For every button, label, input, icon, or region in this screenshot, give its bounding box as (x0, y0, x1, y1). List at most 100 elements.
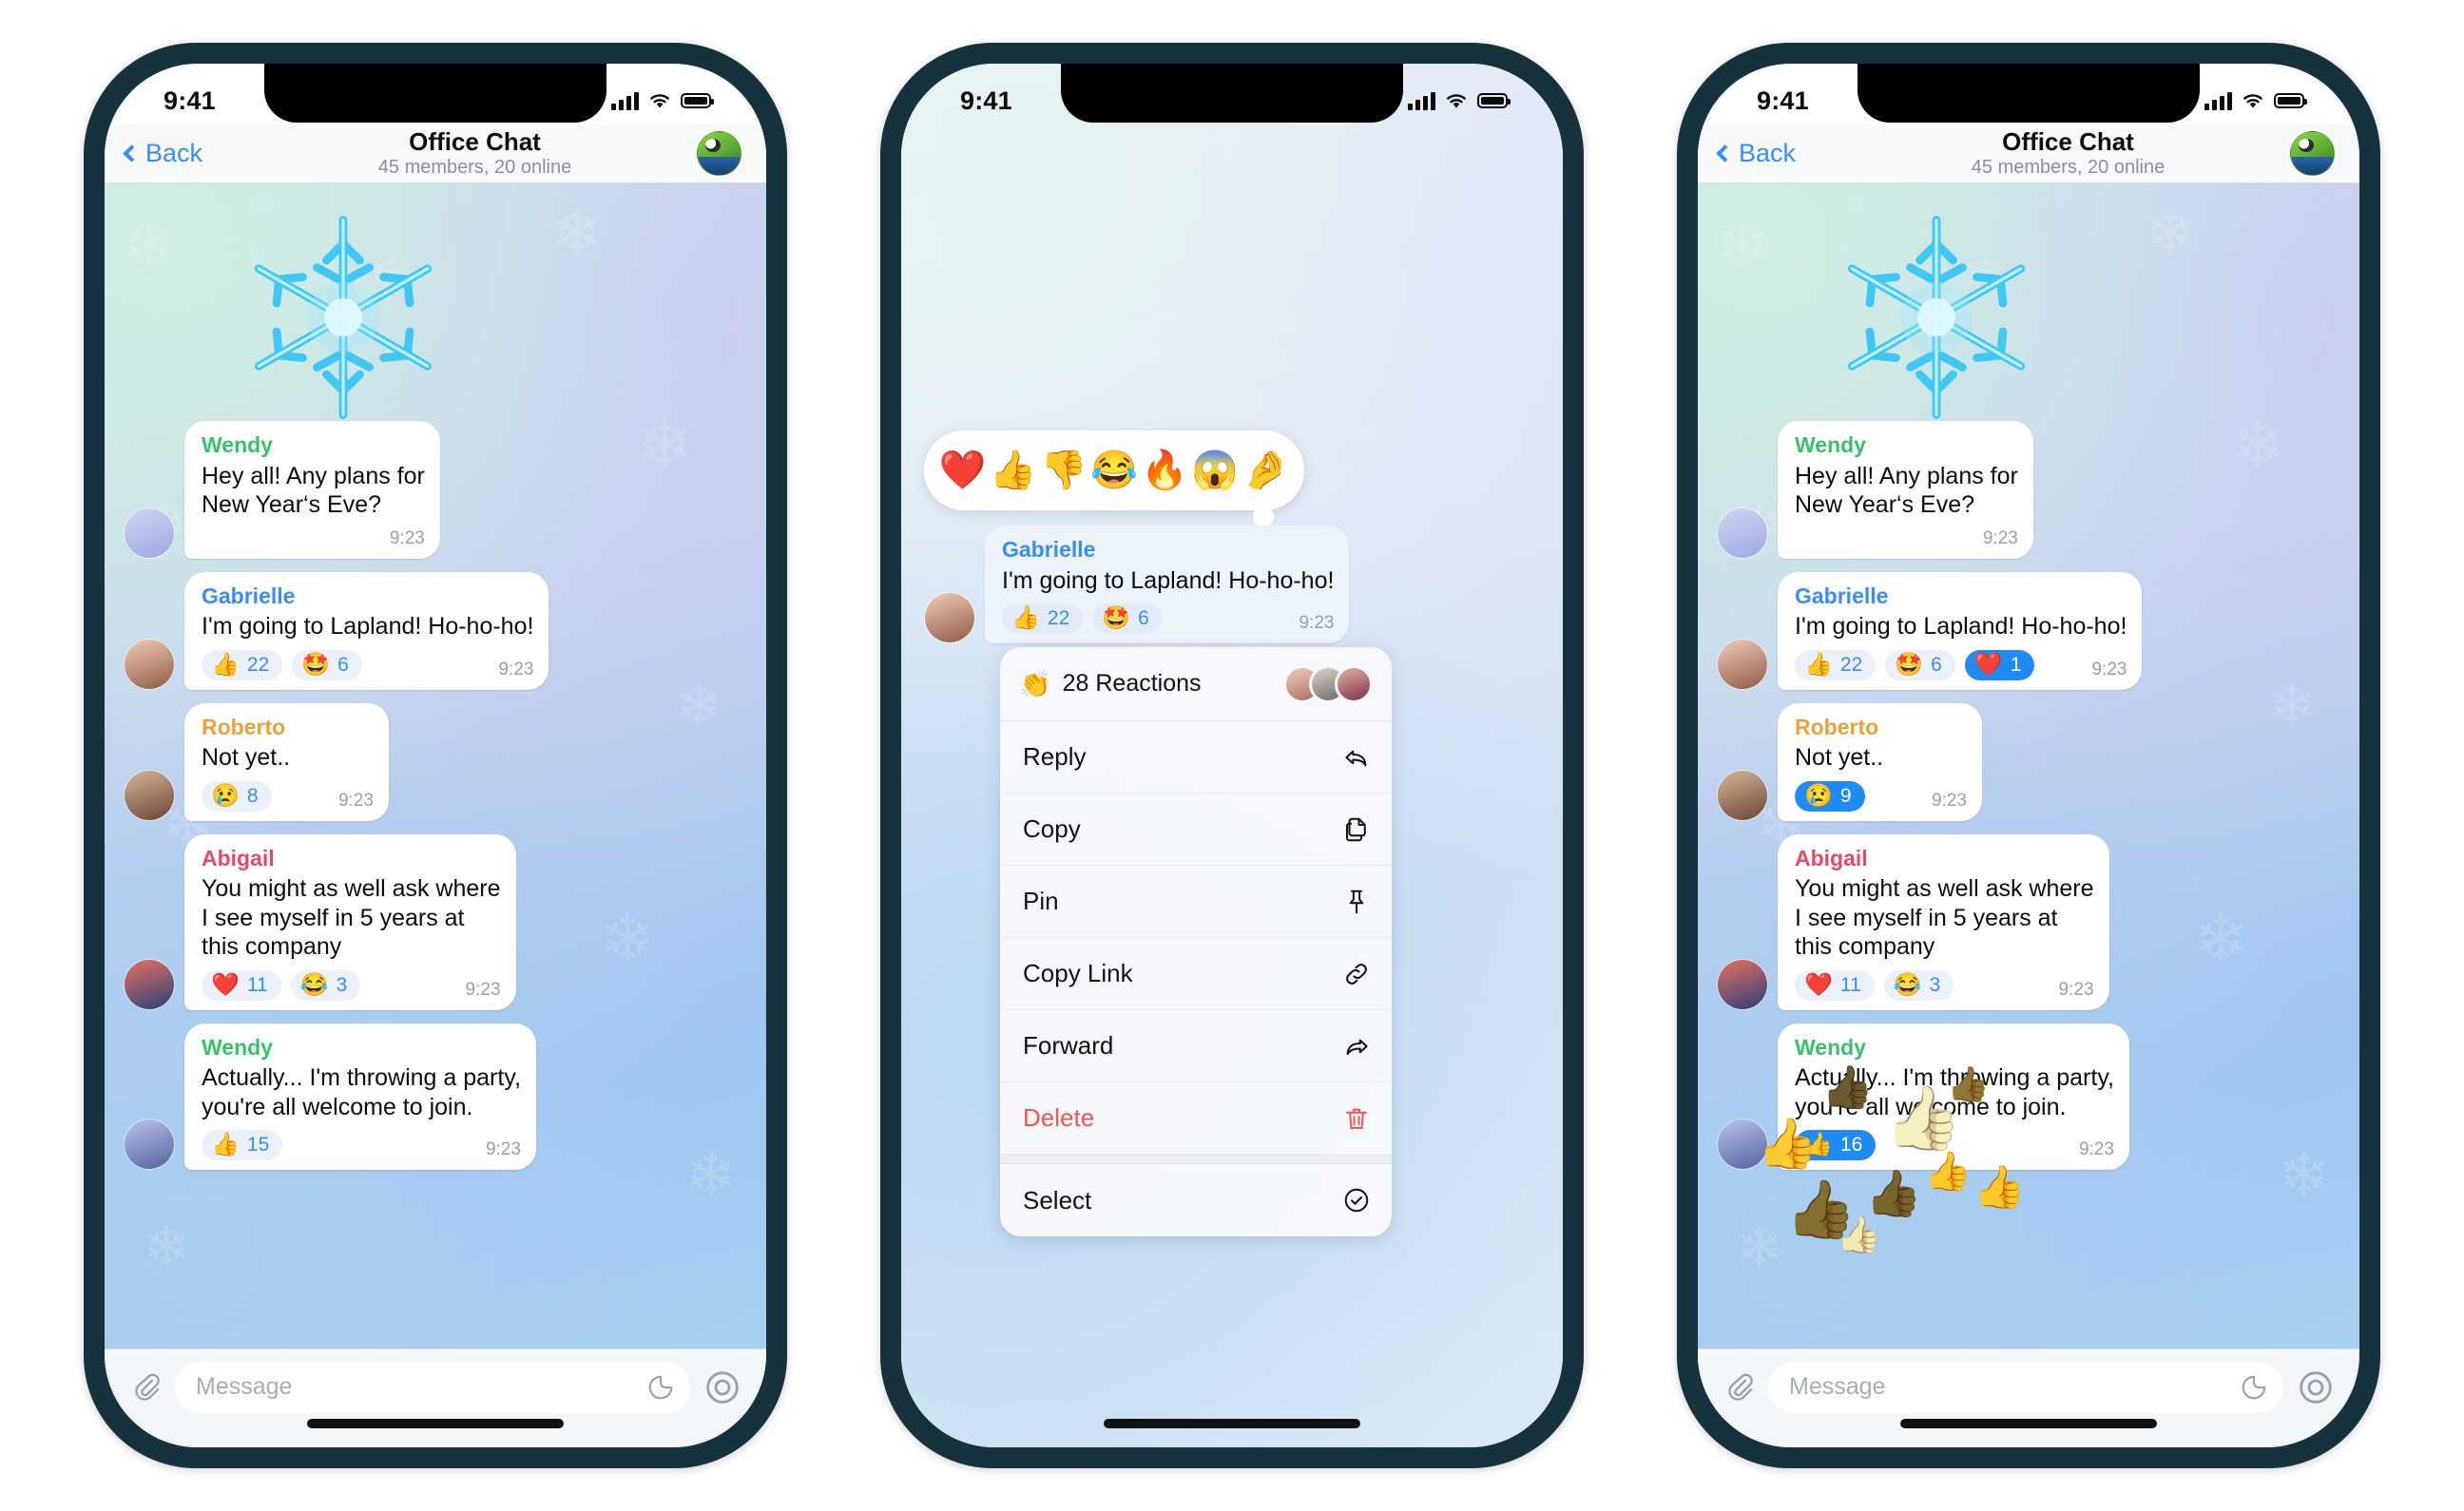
reaction-pill[interactable]: 🤩 6 (292, 649, 362, 680)
avatar[interactable] (1717, 1119, 1768, 1171)
chat-title-block[interactable]: Office Chat 45 members, 20 online (253, 128, 697, 179)
sticker-icon[interactable] (646, 1373, 675, 1402)
avatar[interactable] (924, 592, 975, 644)
message-bubble[interactable]: Wendy Actually... I'm throwing a party, … (1778, 1023, 2129, 1171)
message-time: 9:23 (2091, 659, 2127, 679)
reaction-count: 22 (246, 653, 270, 676)
paperclip-icon[interactable] (1724, 1372, 1755, 1403)
menu-item-select[interactable]: Select (1000, 1164, 1392, 1236)
paperclip-icon[interactable] (131, 1372, 162, 1403)
reaction-option-fire[interactable]: 🔥 (1141, 451, 1188, 489)
reaction-emoji: 🤩 (1895, 651, 1924, 678)
home-indicator (1104, 1419, 1360, 1428)
reaction-pill[interactable]: 😂 3 (290, 969, 361, 1001)
chat-avatar[interactable] (2290, 131, 2335, 176)
message-row: Wendy Actually... I'm throwing a party, … (124, 1023, 745, 1171)
reaction-option-laugh[interactable]: 😂 (1090, 451, 1138, 489)
reaction-option-heart[interactable]: ❤️ (939, 451, 987, 489)
chat-avatar[interactable] (697, 131, 741, 176)
navigation-bar: Back Office Chat 45 members, 20 online (105, 124, 766, 183)
reaction-count: 22 (1839, 653, 1863, 676)
reaction-pill[interactable]: 😢 8 (202, 780, 272, 812)
reaction-option-thumbsup[interactable]: 👍 (990, 451, 1037, 489)
message-text: I'm going to Lapland! Ho-ho-ho! (1795, 613, 2127, 641)
reaction-pill[interactable]: 👍 22 (1002, 603, 1084, 635)
reaction-count: 3 (336, 973, 348, 996)
message-time: 9:23 (485, 1139, 521, 1160)
message-text: You might as well ask where I see myself… (1795, 875, 2094, 961)
reaction-pill[interactable]: ❤️ 11 (1795, 969, 1875, 1001)
menu-item-copy[interactable]: Copy (1000, 794, 1392, 866)
reaction-pill[interactable]: 🤩 6 (1885, 649, 1955, 680)
back-button[interactable]: Back (1716, 139, 1861, 168)
phone-3-reaction-added-view: 9:41 Back Office Chat 45 members, 20 onl… (1677, 43, 2380, 1468)
message-bubble[interactable]: Wendy Hey all! Any plans for New Year‘s … (1778, 421, 2033, 559)
reaction-pill[interactable]: 👍 22 (1795, 649, 1877, 680)
reaction-pill-active[interactable]: 👍 16 (1795, 1130, 1877, 1161)
message-input[interactable]: Message (1768, 1361, 2283, 1413)
avatar[interactable] (124, 507, 175, 559)
avatar[interactable] (1717, 638, 1768, 690)
sticker-icon[interactable] (2240, 1373, 2268, 1402)
avatar[interactable] (1717, 507, 1768, 559)
message-input[interactable]: Message (175, 1361, 690, 1413)
message-bubble[interactable]: Gabrielle I'm going to Lapland! Ho-ho-ho… (1778, 571, 2143, 690)
menu-item-reply[interactable]: Reply (1000, 721, 1392, 794)
avatar[interactable] (1717, 769, 1768, 821)
avatar[interactable] (124, 638, 175, 690)
menu-item-label: Copy (1023, 814, 1081, 843)
message-bubble[interactable]: Abigail You might as well ask where I se… (184, 833, 516, 1010)
menu-item-label: Forward (1023, 1031, 1114, 1060)
focused-message-bubble[interactable]: Gabrielle I'm going to Lapland! Ho-ho-ho… (985, 526, 1350, 644)
reaction-option-pinched-fingers[interactable]: 🤌 (1242, 451, 1290, 489)
reaction-emoji: 😂 (299, 971, 329, 998)
message-bubble[interactable]: Roberto Not yet.. 😢 9 9:23 (1778, 702, 1982, 821)
avatar[interactable] (1717, 958, 1768, 1010)
reaction-pill[interactable]: 🤩 6 (1092, 603, 1163, 635)
reaction-pill[interactable]: 👍 22 (202, 649, 283, 680)
reaction-pill-active[interactable]: 😢 9 (1795, 780, 1865, 812)
reaction-emoji: ❤️ (1973, 651, 2003, 678)
menu-item-copy-link[interactable]: Copy Link (1000, 938, 1392, 1010)
avatar[interactable] (124, 1119, 175, 1171)
device-notch (264, 64, 606, 123)
message-bubble[interactable]: Wendy Actually... I'm throwing a party, … (184, 1023, 536, 1171)
reaction-option-thumbsdown[interactable]: 👎 (1040, 451, 1088, 489)
message-time: 9:23 (498, 659, 534, 679)
reaction-pill-active[interactable]: ❤️ 1 (1964, 649, 2035, 680)
message-list-3: Wendy Hey all! Any plans for New Year‘s … (1698, 421, 2359, 1183)
members-subtitle: 45 members, 20 online (377, 157, 572, 179)
chat-title-block[interactable]: Office Chat 45 members, 20 online (1846, 128, 2290, 178)
reaction-pill[interactable]: 👍 15 (202, 1130, 283, 1161)
reaction-pill[interactable]: 😂 3 (1883, 969, 1954, 1001)
status-time: 9:41 (1757, 86, 1809, 115)
avatar[interactable] (124, 769, 175, 821)
menu-item-pin[interactable]: Pin (1000, 866, 1392, 938)
neon-snowflake-sticker (1847, 216, 2026, 419)
message-bubble[interactable]: Gabrielle I'm going to Lapland! Ho-ho-ho… (184, 571, 549, 690)
device-notch (1858, 64, 2200, 123)
message-bubble[interactable]: Roberto Not yet.. 😢 8 9:23 (184, 702, 389, 821)
voice-record-icon[interactable] (703, 1368, 741, 1406)
reactors-facepile[interactable] (1283, 664, 1373, 703)
message-bubble[interactable]: Wendy Hey all! Any plans for New Year‘s … (184, 421, 440, 559)
message-time: 9:23 (338, 790, 374, 811)
avatar[interactable] (124, 958, 175, 1010)
message-text: Actually... I'm throwing a party, you're… (202, 1064, 521, 1120)
reactions-summary-row[interactable]: 👏 28 Reactions (1000, 647, 1392, 721)
check-circle-icon (1344, 1188, 1369, 1213)
reaction-pill[interactable]: ❤️ 11 (202, 969, 281, 1001)
navigation-bar: Back Office Chat 45 members, 20 online (1698, 124, 2359, 183)
menu-item-forward[interactable]: Forward (1000, 1010, 1392, 1082)
message-row: Roberto Not yet.. 😢 8 9:23 (124, 702, 745, 821)
voice-record-icon[interactable] (2297, 1368, 2335, 1406)
reaction-option-scream[interactable]: 😱 (1191, 451, 1239, 489)
menu-item-delete[interactable]: Delete (1000, 1082, 1392, 1155)
message-sender: Gabrielle (202, 583, 296, 608)
reaction-emoji: 🤩 (301, 651, 331, 678)
forward-arrow-icon (1346, 1039, 1368, 1055)
home-indicator (307, 1419, 564, 1428)
message-bubble[interactable]: Abigail You might as well ask where I se… (1778, 833, 2109, 1010)
message-sender: Gabrielle (1795, 583, 1889, 608)
back-button[interactable]: Back (123, 139, 268, 168)
